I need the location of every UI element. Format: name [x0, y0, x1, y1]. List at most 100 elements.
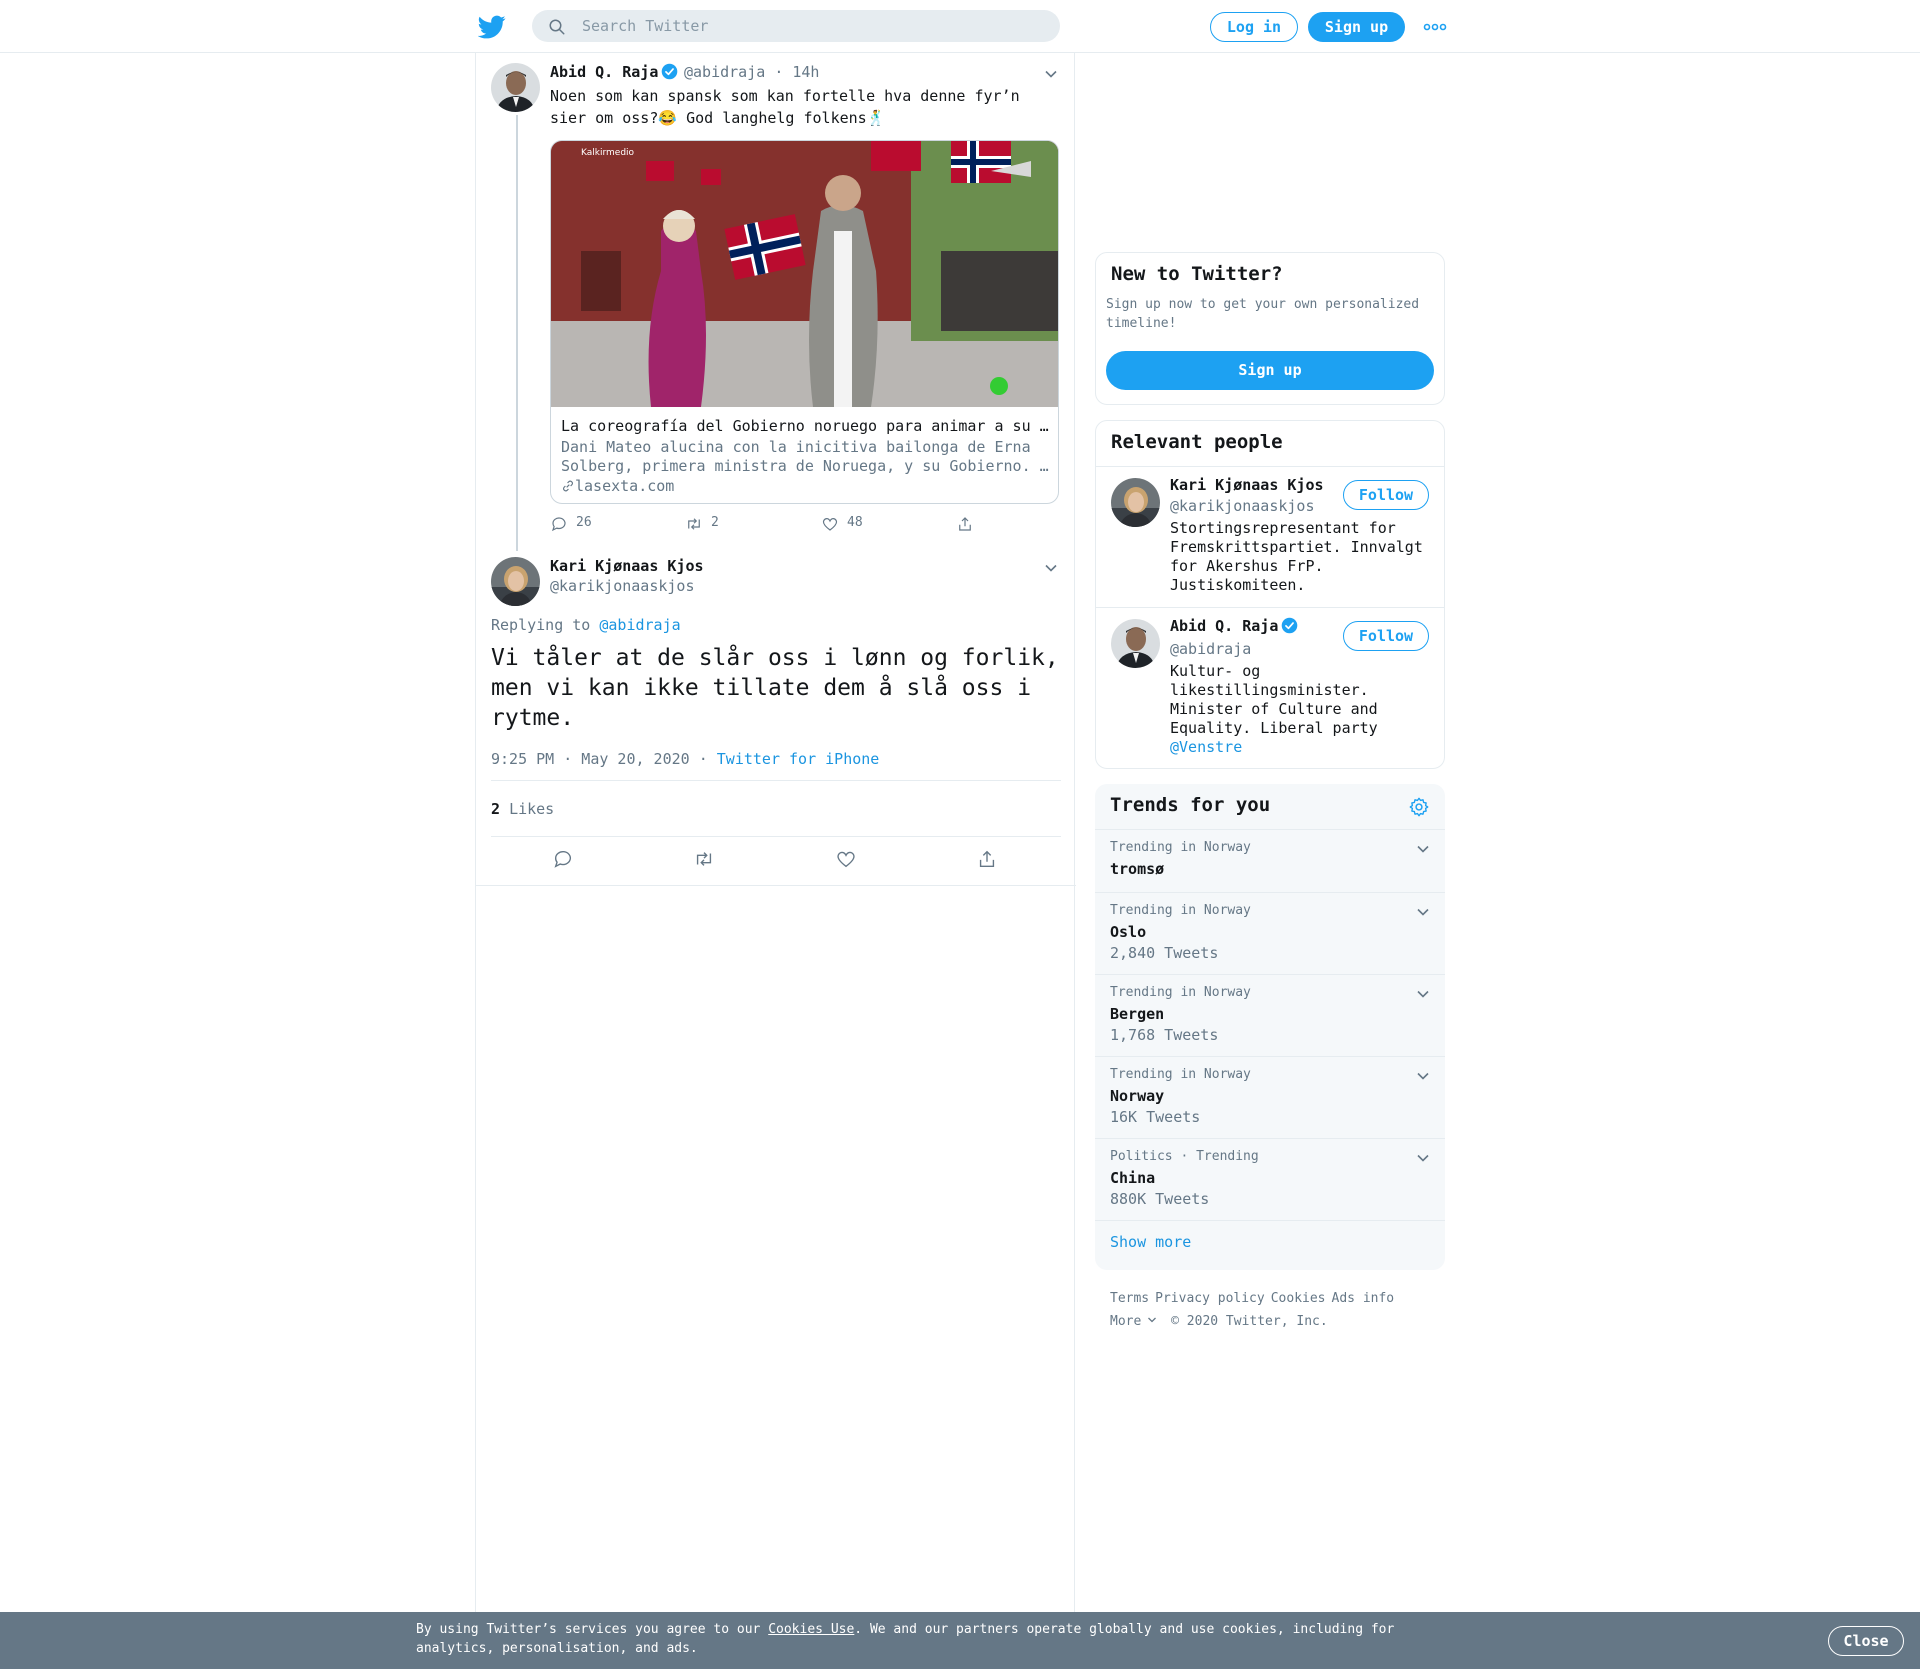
- heart-icon: [822, 518, 838, 531]
- like-count: 48: [847, 515, 863, 530]
- trend-name[interactable]: Bergen: [1110, 1005, 1164, 1023]
- retweet-icon: [688, 518, 700, 530]
- trend-name[interactable]: China: [1110, 1169, 1155, 1187]
- more-options-icon[interactable]: [1423, 19, 1447, 35]
- trend-name[interactable]: tromsø: [1110, 860, 1164, 878]
- reply-count: 26: [576, 515, 592, 530]
- relevant-people-panel: Relevant people Kari Kjønaas Kjos @karik…: [1095, 420, 1445, 769]
- trend-context: Politics · Trending: [1110, 1149, 1259, 1164]
- parent-tweet-handle-time[interactable]: @abidraja · 14h: [684, 63, 819, 81]
- divider: [1095, 1220, 1445, 1221]
- chevron-down-icon[interactable]: [1416, 1151, 1430, 1165]
- follow-button[interactable]: Follow: [1343, 621, 1429, 651]
- like-action[interactable]: 48: [821, 515, 863, 533]
- avatar-kari-kjos[interactable]: [1111, 478, 1160, 527]
- trend-count: 16K Tweets: [1110, 1108, 1201, 1126]
- show-more-trends-link[interactable]: Show more: [1110, 1233, 1191, 1251]
- chevron-down-icon[interactable]: [1044, 67, 1058, 81]
- person-name[interactable]: Abid Q. Raja: [1170, 617, 1298, 635]
- chevron-down-icon[interactable]: [1416, 905, 1430, 919]
- retweet-icon[interactable]: [693, 848, 715, 870]
- twitter-bird-icon[interactable]: [478, 13, 506, 41]
- relevant-people-title: Relevant people: [1111, 431, 1283, 453]
- main-tweet-author[interactable]: Kari Kjønaas Kjos: [550, 557, 704, 575]
- divider: [491, 836, 1061, 837]
- cookies-use-link[interactable]: Cookies Use: [768, 1622, 854, 1637]
- cookie-close-button[interactable]: Close: [1828, 1626, 1904, 1656]
- thread-connector-line: [516, 115, 518, 551]
- follow-button[interactable]: Follow: [1343, 480, 1429, 510]
- footer-link-cookies[interactable]: Cookies: [1271, 1291, 1326, 1306]
- trend-context: Trending in Norway: [1110, 840, 1251, 855]
- trend-item[interactable]: Trending in Norway Bergen 1,768 Tweets: [1095, 974, 1445, 1056]
- main-column: Abid Q. Raja @abidraja · 14h Noen som ka…: [475, 53, 1076, 1669]
- footer-more-menu[interactable]: More: [1110, 1314, 1157, 1329]
- chevron-down-icon[interactable]: [1416, 987, 1430, 1001]
- footer-link-privacy[interactable]: Privacy policy: [1155, 1291, 1265, 1306]
- trend-item[interactable]: Trending in Norway Oslo 2,840 Tweets: [1095, 892, 1445, 974]
- trend-count: 880K Tweets: [1110, 1190, 1210, 1208]
- trend-context: Trending in Norway: [1110, 903, 1251, 918]
- parent-tweet-handle[interactable]: @abidraja: [684, 63, 765, 81]
- parent-tweet-author[interactable]: Abid Q. Raja: [550, 63, 678, 81]
- heart-icon[interactable]: [835, 848, 857, 870]
- share-icon[interactable]: [976, 848, 998, 870]
- card-image[interactable]: Kalkirmedio: [551, 141, 1059, 407]
- person-card[interactable]: Kari Kjønaas Kjos @karikjonaaskjos Follo…: [1096, 466, 1444, 607]
- share-action[interactable]: [956, 515, 974, 533]
- tweet-source-link[interactable]: Twitter for iPhone: [717, 750, 880, 768]
- person-name[interactable]: Kari Kjønaas Kjos: [1170, 476, 1324, 494]
- trend-item[interactable]: Trending in Norway Norway 16K Tweets: [1095, 1056, 1445, 1138]
- chevron-down-icon[interactable]: [1416, 842, 1430, 856]
- card-title[interactable]: La coreografía del Gobierno noruego para…: [561, 417, 1051, 435]
- reply-icon: [551, 517, 566, 532]
- sidebar-signup-button[interactable]: Sign up: [1106, 351, 1434, 390]
- main-tweet-handle[interactable]: @karikjonaaskjos: [550, 577, 695, 595]
- footer-link-ads-info[interactable]: Ads info: [1332, 1291, 1395, 1306]
- trend-item[interactable]: Trending in Norway tromsø: [1095, 829, 1445, 892]
- new-to-twitter-description: Sign up now to get your own personalized…: [1106, 297, 1420, 331]
- chevron-down-icon: [1148, 1317, 1157, 1323]
- chevron-down-icon[interactable]: [1416, 1069, 1430, 1083]
- verified-badge-icon: [662, 63, 678, 80]
- tweet-timestamp[interactable]: 9:25 PM · May 20, 2020: [491, 750, 690, 768]
- avatar-kari-kjos[interactable]: [491, 557, 540, 606]
- new-to-twitter-panel: New to Twitter? Sign up now to get your …: [1095, 252, 1445, 405]
- trend-name[interactable]: Oslo: [1110, 923, 1146, 941]
- card-description: Dani Mateo alucina con la inicitiva bail…: [561, 438, 1049, 475]
- footer-link-terms[interactable]: Terms: [1110, 1291, 1149, 1306]
- tweet-timestamp-row: 9:25 PM · May 20, 2020 · Twitter for iPh…: [491, 750, 879, 768]
- search-input[interactable]: Search Twitter: [532, 10, 1060, 42]
- person-handle[interactable]: @karikjonaaskjos: [1170, 497, 1315, 515]
- parent-tweet-time[interactable]: · 14h: [774, 63, 819, 81]
- reply-icon[interactable]: [552, 848, 574, 870]
- likes-summary[interactable]: 2 Likes: [491, 800, 554, 818]
- avatar-abid-raja[interactable]: [491, 63, 540, 112]
- retweet-count: 2: [711, 515, 719, 530]
- signup-button[interactable]: Sign up: [1308, 12, 1405, 42]
- replying-to-link[interactable]: @abidraja: [599, 616, 680, 634]
- person-handle[interactable]: @abidraja: [1170, 640, 1251, 658]
- divider: [491, 780, 1061, 781]
- trend-count: 2,840 Tweets: [1110, 944, 1219, 962]
- person-bio-link[interactable]: @Venstre: [1170, 738, 1242, 756]
- card-domain[interactable]: lasexta.com: [561, 477, 674, 495]
- trend-context: Trending in Norway: [1110, 1067, 1251, 1082]
- search-placeholder: Search Twitter: [582, 17, 709, 35]
- trend-item[interactable]: Politics · Trending China 880K Tweets: [1095, 1138, 1445, 1220]
- retweet-action[interactable]: 2: [685, 515, 719, 533]
- replying-to-prefix: Replying to: [491, 616, 591, 634]
- reply-action[interactable]: 26: [550, 515, 592, 533]
- search-icon: [549, 19, 565, 35]
- parent-tweet-text: Noen som kan spansk som kan fortelle hva…: [550, 87, 1020, 127]
- trend-name[interactable]: Norway: [1110, 1087, 1164, 1105]
- gear-icon[interactable]: [1408, 796, 1430, 818]
- cookie-banner-text: By using Twitter’s services you agree to…: [416, 1622, 1395, 1656]
- avatar-abid-raja[interactable]: [1111, 619, 1160, 668]
- chevron-down-icon[interactable]: [1044, 561, 1058, 575]
- card-domain-text[interactable]: lasexta.com: [575, 477, 674, 495]
- login-button[interactable]: Log in: [1210, 12, 1298, 42]
- trend-context: Trending in Norway: [1110, 985, 1251, 1000]
- link-preview-card[interactable]: Kalkirmedio La coreografía del Gobierno …: [550, 140, 1059, 504]
- person-card[interactable]: Abid Q. Raja @abidraja Follow Kultur- og…: [1096, 607, 1444, 768]
